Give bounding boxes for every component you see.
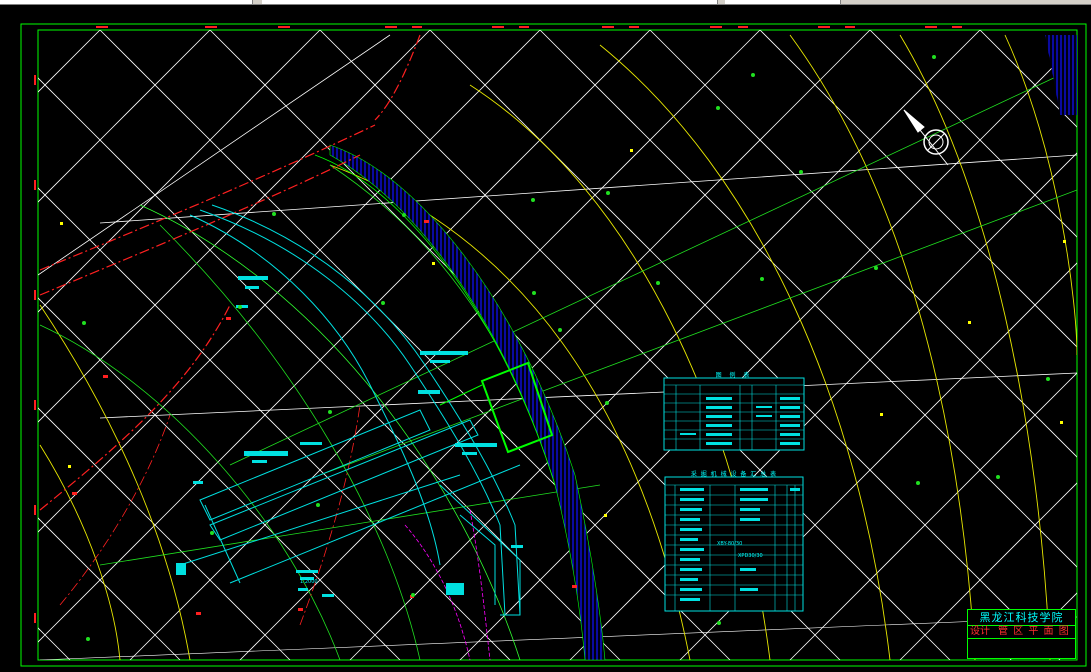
coordinate-grid	[38, 30, 1077, 660]
equipment-label-1: XBY-80/30	[717, 541, 743, 547]
equipment-label-2: XPD30/30	[738, 553, 763, 559]
title-block-subtitle: 管 区 平 面 图	[998, 626, 1070, 637]
title-block: 黑龙江科技学院 设计 管 区 平 面 图	[967, 609, 1076, 659]
titlebar-field-left[interactable]	[0, 0, 253, 4]
titlebar-field-middle[interactable]	[262, 0, 718, 4]
titlebar-field-right[interactable]	[725, 0, 841, 4]
river-edge	[314, 154, 556, 486]
title-block-row-label: 设计	[970, 626, 990, 637]
cad-drawing-canvas[interactable]	[0, 5, 1091, 672]
workings-labels	[176, 276, 523, 597]
north-arrow-icon	[903, 109, 949, 166]
scale-label: 1:2000	[300, 579, 318, 585]
legend-table-1-title: 图 例 表	[715, 372, 753, 379]
legend-table-1-header: 图 例 表	[664, 371, 804, 379]
legend-table-2-header: 采 掘 机 械 设 备 汇 总 表	[665, 470, 803, 478]
top-right-hatch	[1045, 35, 1077, 115]
legend-table-1	[663, 377, 805, 451]
title-block-subtitle-row: 设计 管 区 平 面 图	[968, 626, 1075, 639]
title-block-title: 黑龙江科技学院	[968, 611, 1075, 626]
legend-table-2-title: 采 掘 机 械 设 备 汇 总 表	[690, 471, 778, 478]
river-hatch	[329, 144, 606, 660]
survey-lines	[39, 66, 1077, 660]
